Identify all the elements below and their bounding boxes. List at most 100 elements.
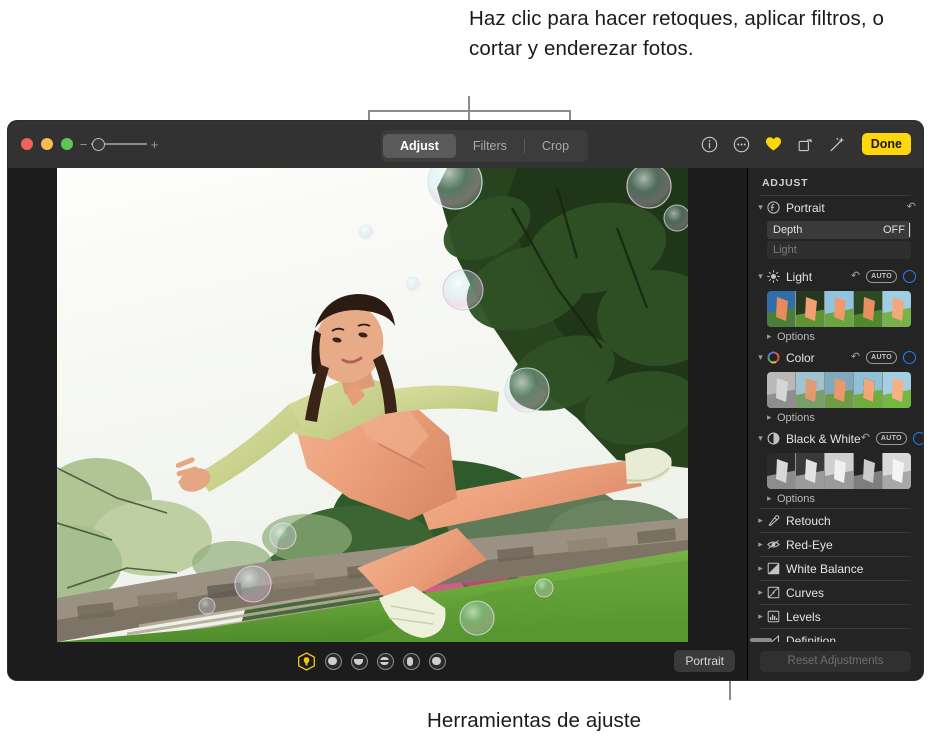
chevron-down-icon[interactable]: ▾ [755, 271, 766, 282]
light-options-row[interactable]: ▸ Options [748, 327, 923, 346]
zoom-in-icon[interactable]: + [150, 138, 159, 151]
filmstrip-thumb[interactable] [796, 372, 825, 408]
photo-canvas[interactable] [57, 168, 688, 642]
chevron-right-icon[interactable]: ▸ [767, 412, 777, 423]
section-retouch[interactable]: ▸ Retouch [748, 509, 923, 532]
options-label: Options [777, 411, 815, 424]
section-portrait[interactable]: ▾ Portrait ↶ [748, 196, 923, 219]
tab-crop[interactable]: Crop [525, 134, 586, 158]
reset-adjustments-button[interactable]: Reset Adjustments [760, 650, 911, 672]
chevron-right-icon[interactable]: ▸ [755, 587, 766, 598]
chevron-right-icon[interactable]: ▸ [755, 515, 766, 526]
portrait-light-slider[interactable]: Light [767, 241, 911, 259]
portrait-badge-button[interactable]: Portrait [674, 650, 735, 672]
red-eye-icon [766, 538, 781, 551]
color-options-row[interactable]: ▸ Options [748, 408, 923, 427]
natural-light-cube-icon[interactable] [297, 651, 316, 671]
rotate-icon[interactable] [797, 136, 814, 153]
revert-icon[interactable]: ↶ [851, 352, 860, 363]
light-toggle-circle[interactable] [903, 270, 916, 283]
chevron-right-icon[interactable]: ▸ [755, 539, 766, 550]
enhance-wand-icon[interactable] [829, 136, 846, 153]
adjust-sidebar-scroll[interactable]: ADJUST ▾ Portrait ↶ Depth OFF Light ▾ Li… [748, 168, 923, 642]
done-button[interactable]: Done [861, 133, 911, 155]
minimize-window-button[interactable] [41, 138, 53, 150]
stage-light-mono-icon[interactable] [403, 652, 420, 670]
color-controls: ↶ AUTO [851, 351, 916, 364]
auto-badge[interactable]: AUTO [866, 351, 897, 364]
revert-icon[interactable]: ↶ [851, 271, 860, 282]
aperture-f-icon [766, 201, 781, 214]
filmstrip-thumb[interactable] [825, 453, 854, 489]
zoom-out-icon[interactable]: − [79, 138, 88, 151]
depth-label: Depth [773, 224, 803, 236]
light-controls: ↶ AUTO [851, 270, 916, 283]
filmstrip-thumb[interactable] [796, 291, 825, 327]
section-label-white-balance: White Balance [786, 561, 864, 576]
callout-bottom-text: Herramientas de ajuste [427, 709, 642, 732]
section-color[interactable]: ▾ Color ↶ AUTO [748, 346, 923, 369]
section-black-and-white[interactable]: ▾ Black & White ↶ AUTO [748, 427, 923, 450]
favorite-heart-icon[interactable] [765, 136, 782, 152]
close-window-button[interactable] [21, 138, 33, 150]
auto-badge[interactable]: AUTO [866, 270, 897, 283]
filmstrip-thumb[interactable] [767, 453, 796, 489]
filmstrip-thumb[interactable] [883, 372, 911, 408]
white-balance-icon [766, 562, 781, 575]
section-red-eye[interactable]: ▸ Red-Eye [748, 533, 923, 556]
high-key-light-mono-icon[interactable] [429, 652, 446, 670]
filmstrip-thumb[interactable] [825, 291, 854, 327]
section-label-black-and-white: Black & White [786, 431, 861, 446]
section-label-color: Color [786, 350, 815, 365]
zoom-slider-knob[interactable] [92, 138, 105, 151]
black-and-white-toggle-circle[interactable] [912, 432, 923, 445]
chevron-down-icon[interactable]: ▾ [755, 202, 766, 213]
depth-slider[interactable]: Depth OFF [767, 221, 911, 239]
more-options-icon[interactable] [733, 136, 750, 153]
revert-icon[interactable]: ↶ [907, 202, 916, 213]
filmstrip-thumb[interactable] [767, 291, 796, 327]
maximize-window-button[interactable] [61, 138, 73, 150]
black-and-white-options-row[interactable]: ▸ Options [748, 489, 923, 508]
filmstrip-thumb[interactable] [767, 372, 796, 408]
levels-icon [766, 610, 781, 623]
stage-light-icon[interactable] [377, 652, 394, 670]
chevron-right-icon[interactable]: ▸ [755, 611, 766, 622]
chevron-right-icon[interactable]: ▸ [767, 493, 777, 504]
studio-light-icon[interactable] [325, 652, 342, 670]
callout-top-leader-span [368, 110, 570, 112]
revert-icon[interactable]: ↶ [861, 433, 870, 444]
filmstrip-thumb[interactable] [796, 453, 825, 489]
section-definition[interactable]: ▸ Definition [748, 629, 923, 642]
auto-badge[interactable]: AUTO [875, 432, 907, 445]
tab-filters[interactable]: Filters [456, 134, 524, 158]
traffic-light-controls[interactable] [21, 138, 73, 150]
chevron-right-icon[interactable]: ▸ [755, 563, 766, 574]
info-icon[interactable] [701, 136, 718, 153]
color-filmstrip[interactable] [767, 372, 911, 408]
color-toggle-circle[interactable] [903, 351, 916, 364]
tab-adjust[interactable]: Adjust [383, 134, 456, 158]
color-wheel-icon [766, 351, 781, 364]
section-light[interactable]: ▾ Light ↶ AUTO [748, 265, 923, 288]
filmstrip-thumb[interactable] [883, 291, 911, 327]
zoom-slider-track[interactable] [91, 138, 147, 151]
retouch-brush-icon [766, 514, 781, 527]
contour-light-icon[interactable] [351, 652, 368, 670]
chevron-down-icon[interactable]: ▾ [755, 433, 766, 444]
light-filmstrip[interactable] [767, 291, 911, 327]
filmstrip-thumb[interactable] [825, 372, 854, 408]
section-white-balance[interactable]: ▸ White Balance [748, 557, 923, 580]
zoom-slider[interactable]: − + [79, 136, 159, 152]
depth-value: OFF [883, 224, 905, 236]
section-levels[interactable]: ▸ Levels [748, 605, 923, 628]
filmstrip-thumb[interactable] [883, 453, 911, 489]
filmstrip-thumb[interactable] [854, 453, 883, 489]
depth-slider-handle[interactable] [908, 223, 910, 237]
black-and-white-filmstrip[interactable] [767, 453, 911, 489]
chevron-down-icon[interactable]: ▾ [755, 352, 766, 363]
section-curves[interactable]: ▸ Curves [748, 581, 923, 604]
filmstrip-thumb[interactable] [854, 291, 883, 327]
chevron-right-icon[interactable]: ▸ [767, 331, 777, 342]
filmstrip-thumb[interactable] [854, 372, 883, 408]
